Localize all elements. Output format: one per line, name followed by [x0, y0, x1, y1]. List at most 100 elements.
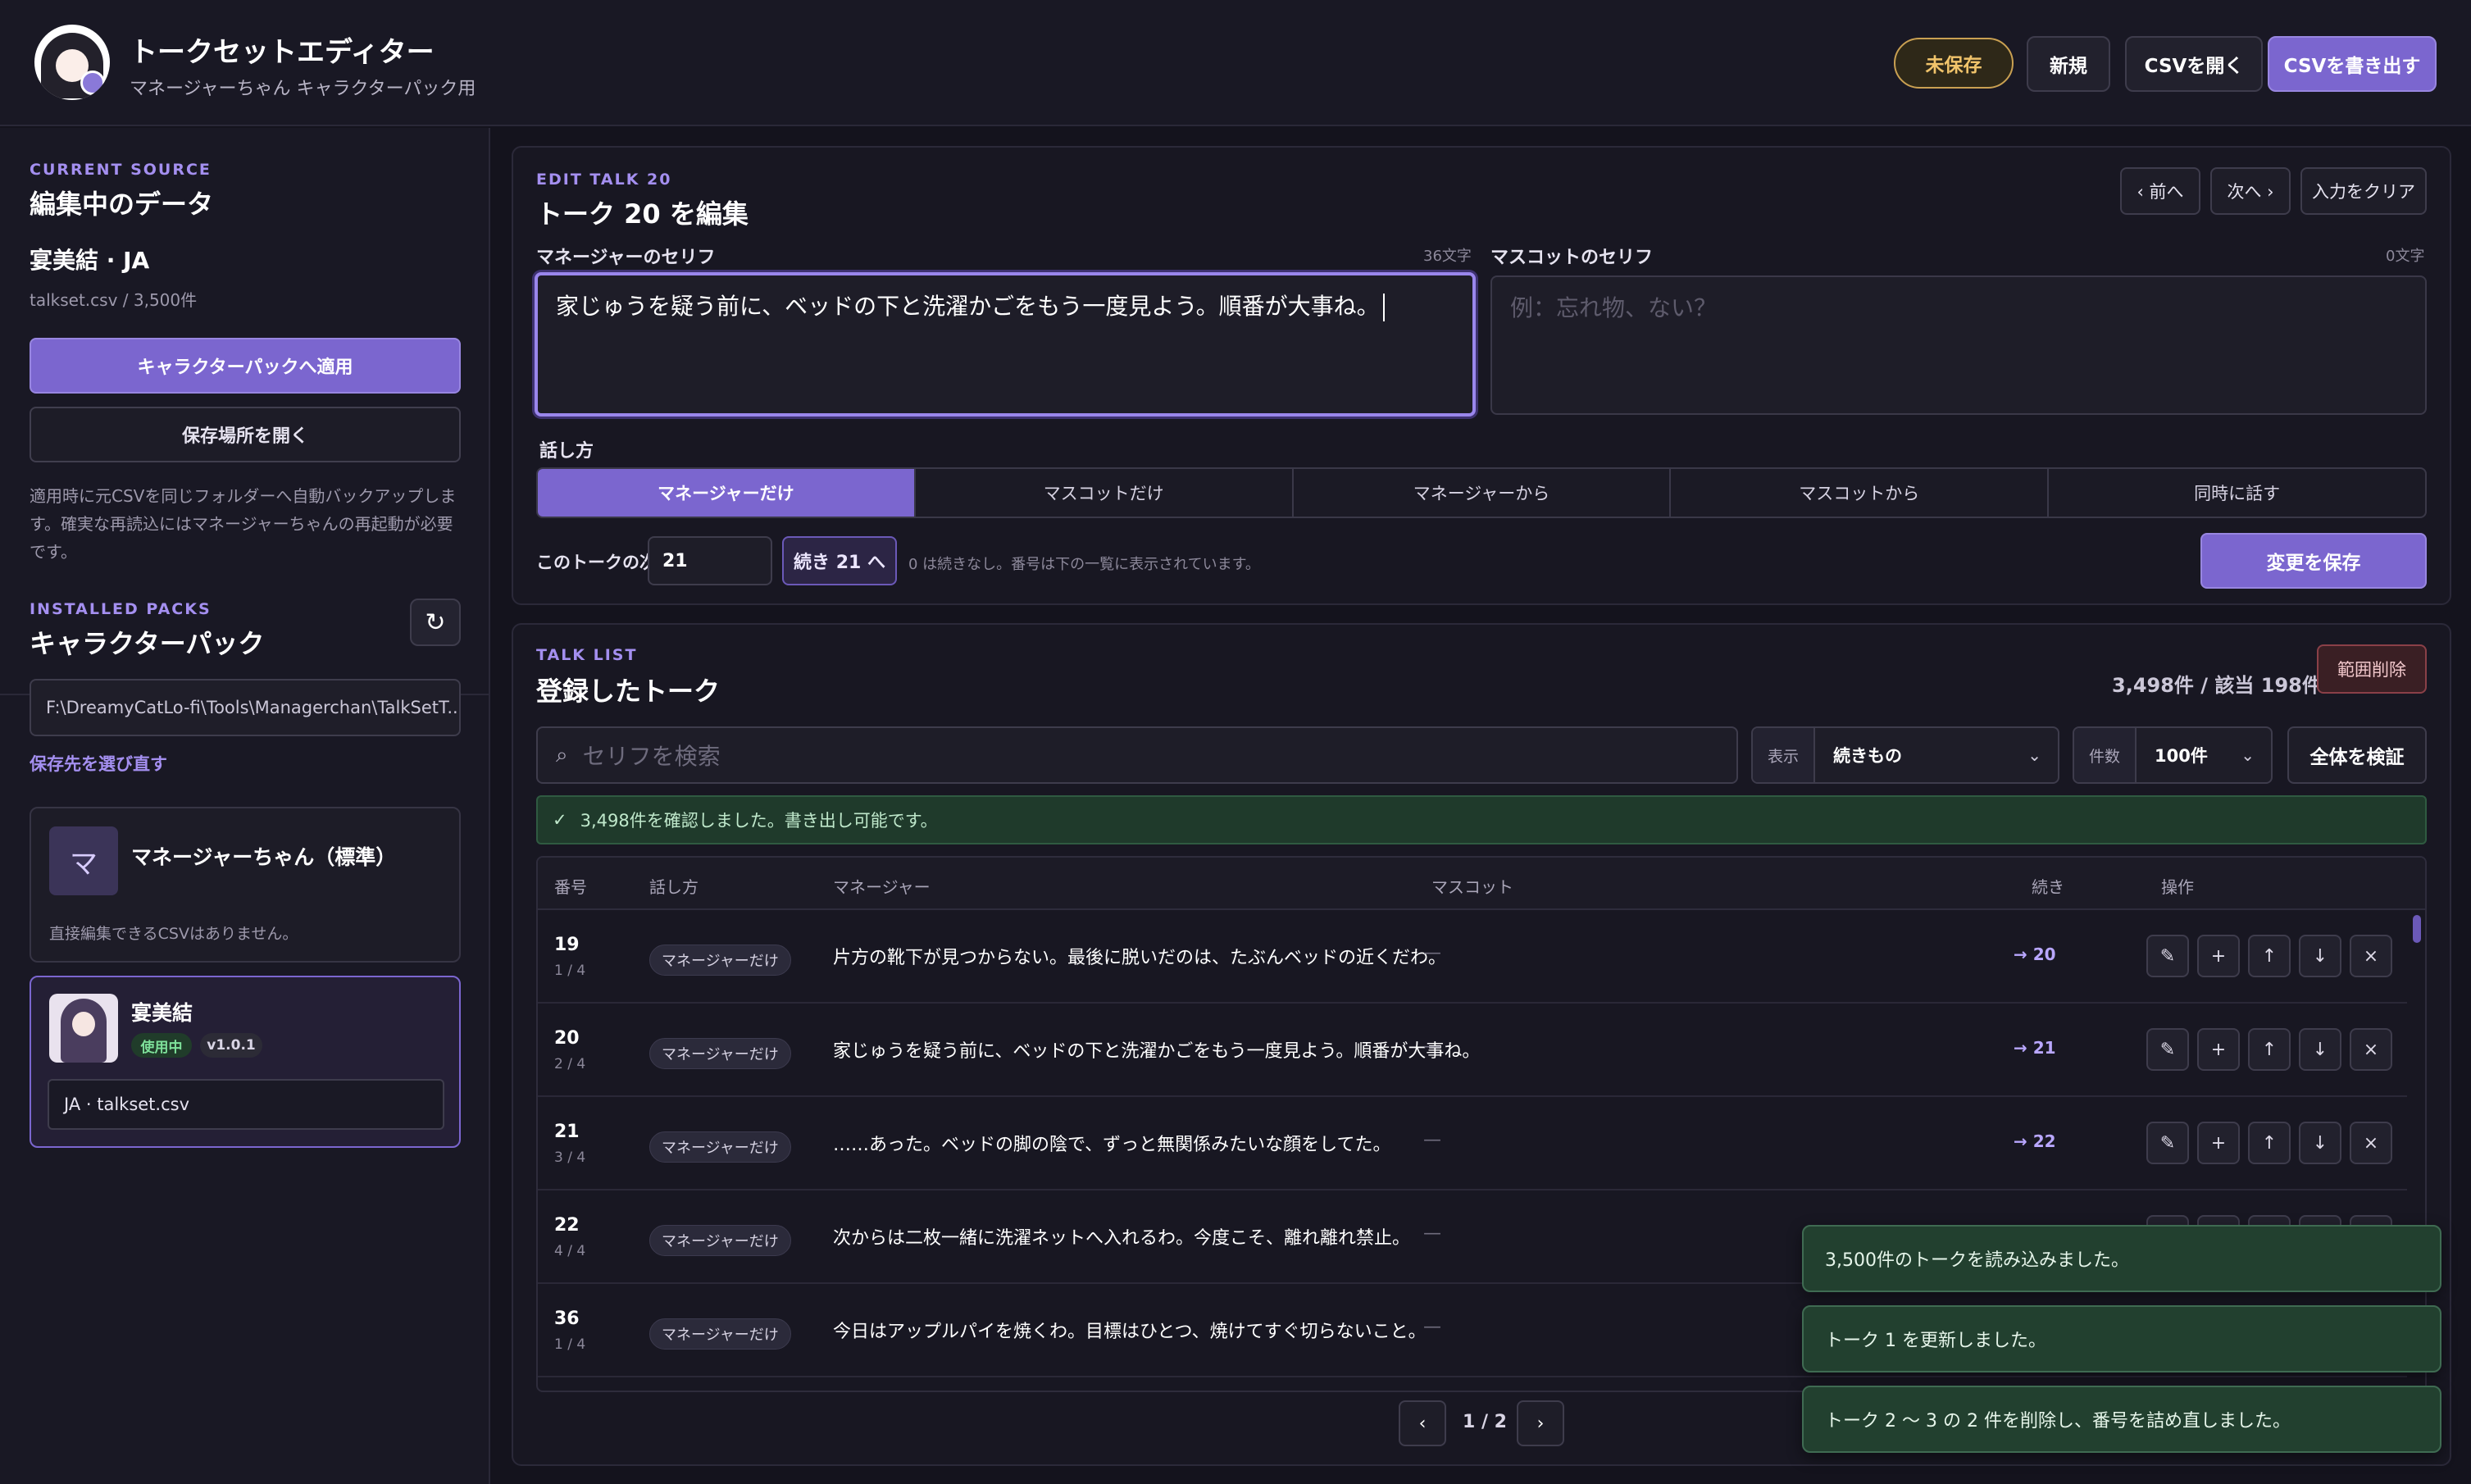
chevron-down-icon: ⌄ [2241, 745, 2255, 765]
row-number: 20 [554, 1028, 580, 1049]
move-down-icon[interactable]: ↓ [2299, 1028, 2341, 1071]
apply-to-pack-button[interactable]: キャラクターパックへ適用 [30, 338, 461, 394]
app-header: トークセットエディター マネージャーちゃん キャラクターパック用 未保存 新規 … [0, 0, 2471, 126]
row-mascot-line: — [1423, 1317, 1441, 1337]
list-title: 登録したトーク [536, 676, 721, 707]
page-indicator: 1 / 2 [1463, 1412, 1507, 1432]
prev-talk-button[interactable]: ‹ 前へ [2120, 167, 2200, 215]
style-option-mascot-only[interactable]: マスコットだけ [916, 469, 1294, 517]
move-down-icon[interactable]: ↓ [2299, 935, 2341, 977]
mascot-line-label: マスコットのセリフ [1490, 248, 1654, 268]
go-to-next-button[interactable]: 続き 21 へ [782, 536, 897, 585]
export-csv-button[interactable]: CSVを書き出す [2268, 36, 2437, 92]
style-option-manager-only[interactable]: マネージャーだけ [538, 469, 916, 517]
packs-title: キャラクターパック [30, 628, 265, 659]
col-number: 番号 [554, 877, 587, 897]
display-filter-label: 表示 [1753, 728, 1816, 782]
row-style-badge: マネージャーだけ [649, 945, 791, 976]
move-up-icon[interactable]: ↑ [2248, 1122, 2291, 1164]
chevron-down-icon: ⌄ [2027, 745, 2041, 765]
pack-card-active[interactable]: 宴美結 使用中 v1.0.1 JA · talkset.csv [30, 976, 461, 1148]
refresh-icon[interactable]: ↻ [410, 599, 461, 646]
pack-name: マネージャーちゃん（標準） [131, 845, 397, 869]
toast-notification: 3,500件のトークを読み込みました。 [1802, 1225, 2441, 1292]
row-manager-line: 今日はアップルパイを焼くわ。目標はひとつ、焼けてすぐ切らないこと。 [833, 1322, 1427, 1342]
packs-eyebrow: INSTALLED PACKS [30, 600, 212, 618]
table-scrollbar[interactable] [2413, 915, 2421, 943]
edit-icon[interactable]: ✎ [2146, 1028, 2189, 1071]
table-row[interactable]: 20 2 / 4 マネージャーだけ 家じゅうを疑う前に、ベッドの下と洗濯かごをもう一度… [538, 1004, 2407, 1097]
source-meta: talkset.csv / 3,500件 [30, 290, 198, 310]
backup-note: 適用時に元CSVを同じフォルダーへ自動バックアップします。確実な再読込にはマネー… [30, 486, 457, 562]
move-up-icon[interactable]: ↑ [2248, 1028, 2291, 1071]
row-manager-line: ……あった。ベッドの脚の陰で、ずっと無関係みたいな顔をしてた。 [833, 1135, 1391, 1155]
search-input[interactable]: ⌕ セリフを検索 [536, 726, 1738, 784]
style-option-mascot-first[interactable]: マスコットから [1671, 469, 2050, 517]
range-delete-button[interactable]: 範囲削除 [2317, 644, 2427, 694]
text-caret [1382, 294, 1385, 321]
mascot-line-textarea[interactable]: 例：忘れ物、ない？ [1490, 275, 2427, 415]
manager-line-label: マネージャーのセリフ [536, 248, 716, 268]
manager-line-text: 家じゅうを疑う前に、ベッドの下と洗濯かごをもう一度見よう。順番が大事ね。 [556, 293, 1380, 320]
style-option-manager-first[interactable]: マネージャーから [1294, 469, 1672, 517]
pack-file-select[interactable]: JA · talkset.csv [48, 1079, 444, 1130]
save-changes-button[interactable]: 変更を保存 [2200, 533, 2427, 589]
app-title: トークセットエディター [130, 36, 435, 69]
speaking-style-label: 話し方 [539, 441, 594, 462]
table-row[interactable]: 19 1 / 4 マネージャーだけ 片方の靴下が見つからない。最後に脱いだのは、たぶん… [538, 910, 2407, 1004]
add-icon[interactable]: + [2197, 1122, 2240, 1164]
validate-all-button[interactable]: 全体を検証 [2287, 726, 2427, 784]
delete-icon[interactable]: × [2350, 1122, 2392, 1164]
open-csv-button[interactable]: CSVを開く [2125, 36, 2263, 92]
style-option-together[interactable]: 同時に話す [2049, 469, 2425, 517]
row-manager-line: 次からは二枚一緒に洗濯ネットへ入れるわ。今度こそ、離れ離れ禁止。 [833, 1228, 1411, 1249]
col-style: 話し方 [649, 877, 699, 897]
search-icon: ⌕ [556, 742, 568, 767]
list-eyebrow: TALK LIST [536, 646, 638, 664]
add-icon[interactable]: + [2197, 1028, 2240, 1071]
unsaved-badge: 未保存 [1894, 38, 2014, 89]
pack-path-input[interactable]: F:\DreamyCatLo-fi\Tools\Managerchan\Talk… [30, 679, 461, 736]
move-down-icon[interactable]: ↓ [2299, 1122, 2341, 1164]
row-style-badge: マネージャーだけ [649, 1038, 791, 1069]
add-icon[interactable]: + [2197, 935, 2240, 977]
row-next-link[interactable]: → 20 [2014, 945, 2056, 964]
row-number: 36 [554, 1309, 580, 1329]
list-summary: 3,498件 / 該当 198件 [2112, 674, 2322, 697]
row-next-link[interactable]: → 21 [2014, 1038, 2056, 1058]
edit-icon[interactable]: ✎ [2146, 935, 2189, 977]
delete-icon[interactable]: × [2350, 935, 2392, 977]
sidebar: CURRENT SOURCE 編集中のデータ 宴美結 · JA talkset.… [0, 128, 490, 1484]
prev-page-button[interactable]: ‹ [1399, 1400, 1446, 1446]
row-actions: ✎+↑↓× [2146, 1028, 2392, 1071]
delete-icon[interactable]: × [2350, 1028, 2392, 1071]
status-badge: 使用中 [131, 1033, 192, 1058]
next-page-button[interactable]: › [1517, 1400, 1564, 1446]
search-placeholder: セリフを検索 [582, 743, 721, 770]
display-filter-select[interactable]: 表示 続きもの ⌄ [1751, 726, 2059, 784]
row-manager-line: 家じゅうを疑う前に、ベッドの下と洗濯かごをもう一度見よう。順番が大事ね。 [833, 1041, 1481, 1062]
row-position: 1 / 4 [554, 1336, 586, 1353]
next-talk-button[interactable]: 次へ › [2210, 167, 2291, 215]
pack-card-standard[interactable]: マ マネージャーちゃん（標準） 直接編集できるCSVはありません。 [30, 807, 461, 963]
check-icon: ✓ [553, 810, 567, 830]
row-mascot-line: — [1423, 1130, 1441, 1150]
manager-line-textarea[interactable]: 家じゅうを疑う前に、ベッドの下と洗濯かごをもう一度見よう。順番が大事ね。 [535, 272, 1476, 417]
edit-icon[interactable]: ✎ [2146, 1122, 2189, 1164]
table-row[interactable]: 21 3 / 4 マネージャーだけ ……あった。ベッドの脚の陰で、ずっと無関係みたいな… [538, 1097, 2407, 1190]
count-select[interactable]: 件数 100件 ⌄ [2073, 726, 2273, 784]
rechoose-location-link[interactable]: 保存先を選び直す [30, 751, 167, 776]
pack-note: 直接編集できるCSVはありません。 [49, 925, 298, 943]
editor-eyebrow: EDIT TALK 20 [536, 171, 672, 189]
row-mascot-line: — [1423, 943, 1441, 963]
next-talk-input[interactable]: 21 [648, 536, 772, 585]
toast-notification: トーク 1 を更新しました。 [1802, 1305, 2441, 1372]
move-up-icon[interactable]: ↑ [2248, 935, 2291, 977]
row-next-link[interactable]: → 22 [2014, 1131, 2056, 1151]
app-subtitle: マネージャーちゃん キャラクターパック用 [130, 79, 476, 99]
clear-input-button[interactable]: 入力をクリア [2300, 167, 2427, 215]
new-button[interactable]: 新規 [2027, 36, 2110, 92]
row-mascot-line: — [1423, 1036, 1441, 1057]
open-location-button[interactable]: 保存場所を開く [30, 407, 461, 462]
row-position: 3 / 4 [554, 1149, 586, 1166]
